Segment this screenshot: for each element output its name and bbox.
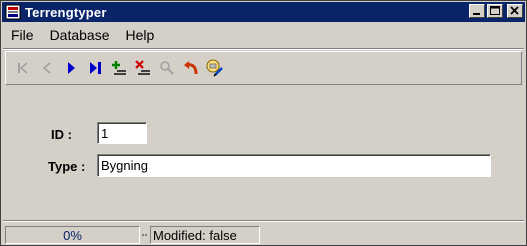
id-field[interactable]: 1 — [97, 122, 147, 144]
close-button[interactable] — [507, 4, 523, 18]
delete-record-icon — [135, 60, 150, 75]
maximize-icon — [490, 6, 500, 15]
menu-separator — [3, 48, 524, 50]
progress-label: 0% — [63, 228, 82, 243]
find-button[interactable] — [156, 57, 178, 79]
app-icon — [5, 4, 21, 20]
save-button[interactable] — [204, 57, 226, 79]
add-record-icon — [112, 61, 126, 75]
delete-record-button[interactable] — [132, 57, 154, 79]
undo-icon — [184, 61, 198, 75]
window-title: Terrengtyper — [25, 4, 107, 20]
type-field[interactable]: Bygning — [97, 154, 491, 177]
id-label: ID : — [51, 127, 72, 142]
modified-label: Modified: false — [153, 228, 237, 243]
find-icon — [160, 61, 174, 75]
previous-record-button[interactable] — [36, 57, 58, 79]
menu-bar: File Database Help — [2, 23, 525, 47]
close-icon — [510, 6, 519, 15]
next-record-button[interactable] — [60, 57, 82, 79]
previous-record-icon — [42, 62, 51, 74]
toolbar — [5, 51, 522, 85]
main-window: Terrengtyper File Database Help ID: 1 T… — [0, 0, 527, 246]
type-label: Type : — [48, 159, 86, 174]
minimize-icon — [473, 13, 480, 15]
status-bar: 0% Modified: false — [5, 226, 522, 244]
add-record-button[interactable] — [108, 57, 130, 79]
maximize-button[interactable] — [487, 4, 503, 18]
status-separator — [3, 220, 524, 222]
last-record-button[interactable] — [84, 57, 106, 79]
title-bar[interactable]: Terrengtyper — [2, 2, 525, 22]
first-record-icon — [18, 62, 28, 74]
next-record-icon — [68, 62, 75, 74]
last-record-icon — [90, 62, 101, 74]
menu-database[interactable]: Database — [43, 27, 117, 43]
save-icon — [206, 59, 223, 77]
menu-help[interactable]: Help — [119, 27, 162, 43]
progress-status: 0% — [5, 226, 140, 244]
modified-status: Modified: false — [150, 226, 260, 244]
menu-file[interactable]: File — [4, 27, 41, 43]
undo-button[interactable] — [180, 57, 202, 79]
status-grip-icon — [140, 226, 150, 244]
minimize-button[interactable] — [469, 4, 485, 18]
record-form: ID : 1 Type : Bygning — [5, 89, 522, 217]
first-record-button[interactable] — [12, 57, 34, 79]
